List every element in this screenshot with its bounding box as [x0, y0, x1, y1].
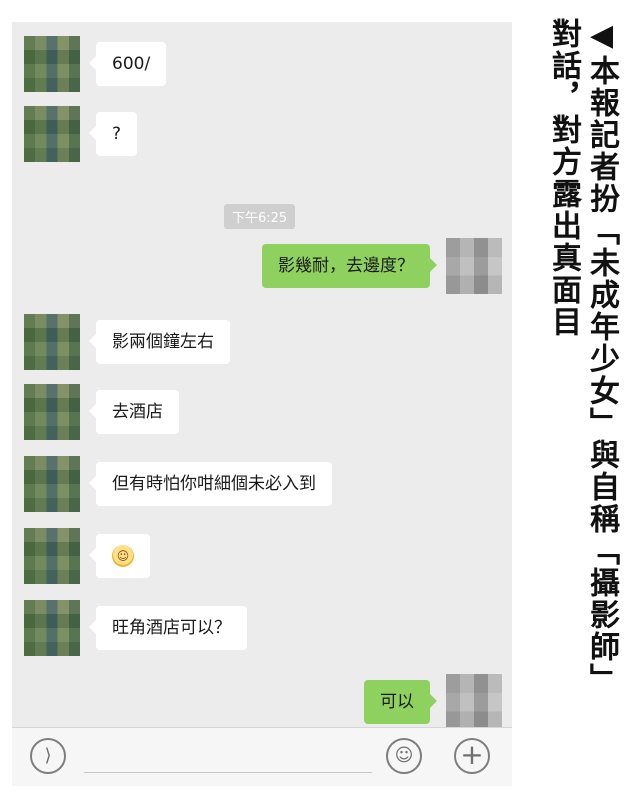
- caption-column-2: 對話，對方露出真面目: [546, 18, 581, 338]
- avatar[interactable]: [24, 528, 80, 584]
- avatar[interactable]: [24, 600, 80, 656]
- message-row: ☺: [12, 528, 512, 592]
- message-row: 影幾耐，去邊度？: [12, 238, 512, 302]
- message-row: 600/: [12, 36, 512, 100]
- emoji-icon[interactable]: ☺: [386, 738, 422, 774]
- message-bubble[interactable]: 可以: [364, 680, 437, 724]
- message-row: 影兩個鐘左右: [12, 314, 512, 378]
- message-bubble[interactable]: 但有時怕你咁細個未必入到: [89, 462, 332, 506]
- sweat-smile-emoji-icon: ☺: [112, 545, 134, 567]
- message-bubble[interactable]: 影兩個鐘左右: [89, 320, 230, 364]
- voice-icon[interactable]: ⟩: [30, 738, 66, 774]
- timestamp: 下午6:25: [224, 204, 296, 229]
- message-bubble[interactable]: 600/: [88, 42, 167, 86]
- message-row: 但有時怕你咁細個未必入到: [12, 456, 512, 520]
- avatar[interactable]: [24, 106, 80, 162]
- message-bubble[interactable]: 影幾耐，去邊度？: [262, 244, 437, 288]
- plus-icon[interactable]: +: [454, 738, 490, 774]
- message-bubble[interactable]: ?: [88, 112, 138, 156]
- avatar[interactable]: [24, 36, 80, 92]
- caption-column-1: ◀本報記者扮「未成年少女」與自稱「攝影師」: [584, 18, 619, 695]
- emoji-bubble[interactable]: ☺: [89, 534, 150, 578]
- chat-window: 600/ ? 下午6:25 影幾耐，去邊度？ 影兩個鐘左右 去酒店 但有時怕你咁…: [12, 22, 512, 786]
- avatar[interactable]: [24, 384, 80, 440]
- chat-input-bar: ⟩ ☺ +: [12, 727, 512, 786]
- avatar[interactable]: [446, 674, 502, 730]
- message-bubble[interactable]: 旺角酒店可以？: [89, 606, 247, 650]
- avatar[interactable]: [24, 456, 80, 512]
- newspaper-caption: ◀本報記者扮「未成年少女」與自稱「攝影師」 對話，對方露出真面目: [546, 18, 619, 695]
- message-row: ?: [12, 106, 512, 170]
- message-row: 旺角酒店可以？: [12, 600, 512, 664]
- message-row: 去酒店: [12, 384, 512, 448]
- message-input[interactable]: [84, 772, 372, 773]
- avatar[interactable]: [24, 314, 80, 370]
- avatar[interactable]: [446, 238, 502, 294]
- chat-messages: 600/ ? 下午6:25 影幾耐，去邊度？ 影兩個鐘左右 去酒店 但有時怕你咁…: [12, 22, 512, 730]
- message-bubble[interactable]: 去酒店: [89, 390, 179, 434]
